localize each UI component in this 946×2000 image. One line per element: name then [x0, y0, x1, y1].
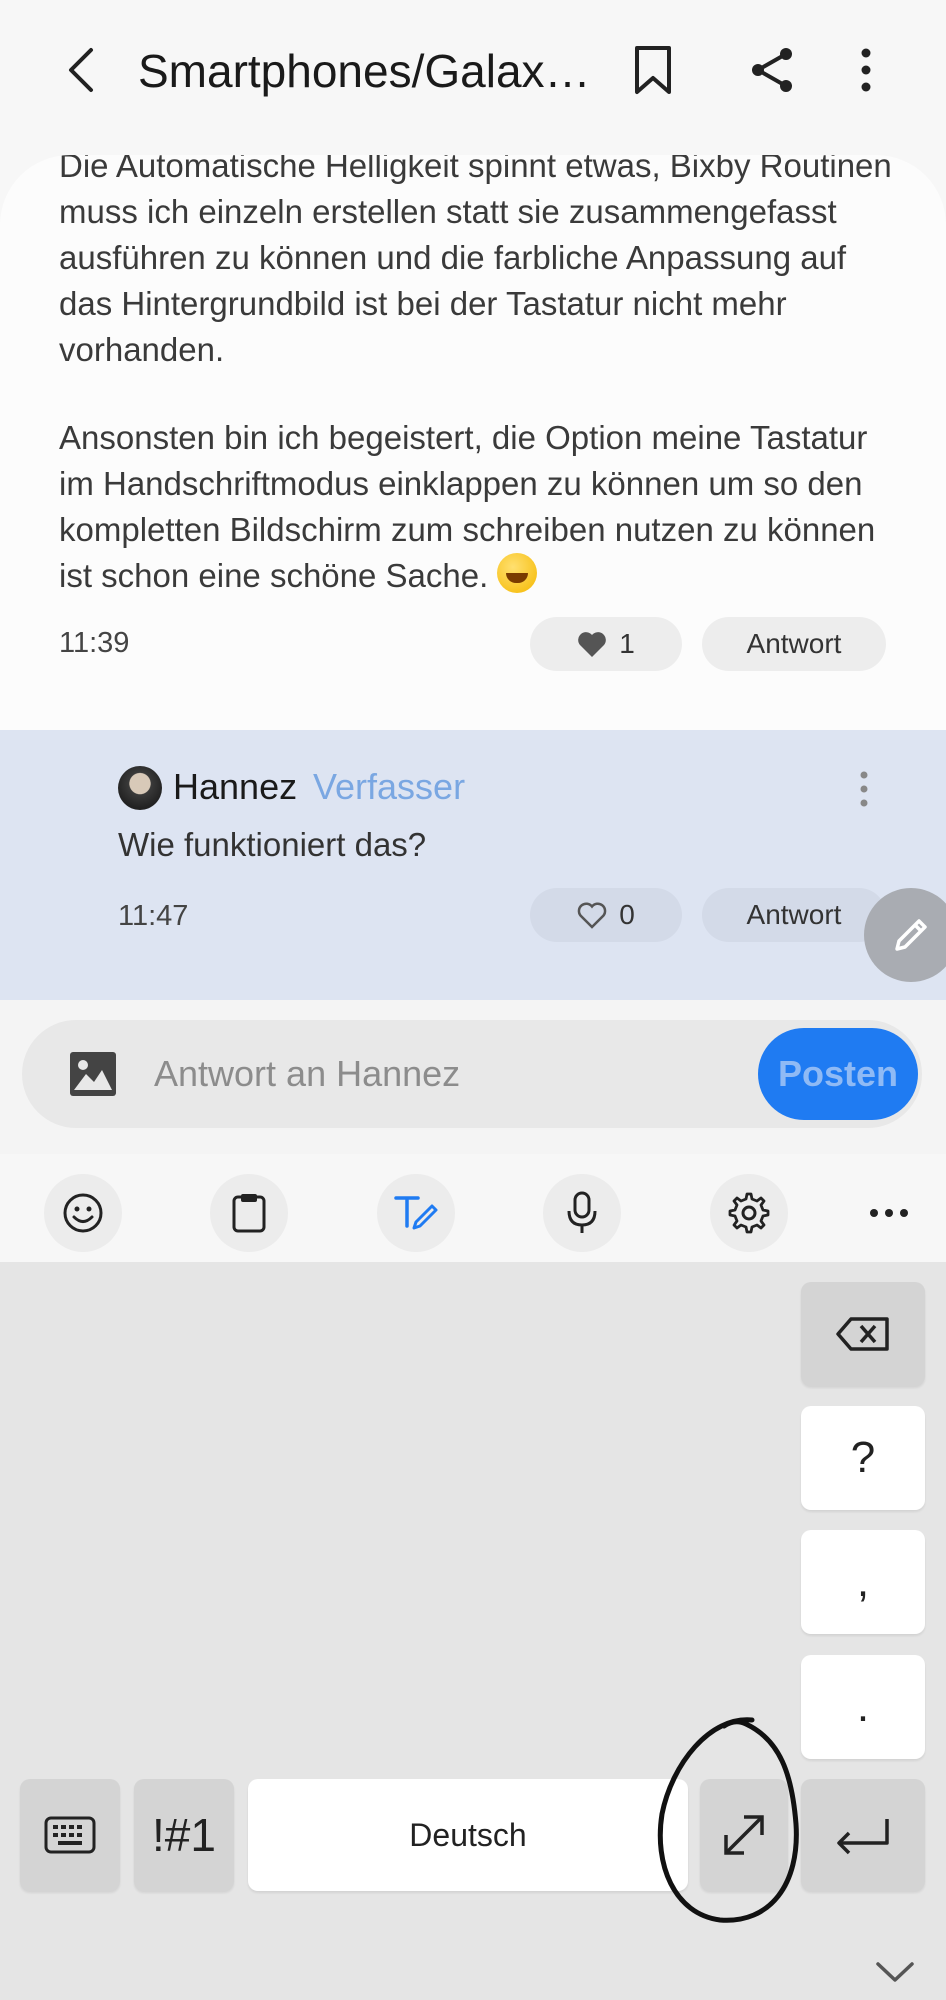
post-button[interactable]: Posten [758, 1028, 918, 1120]
page-title: Smartphones/Galax… [138, 45, 591, 97]
like-count: 1 [619, 628, 635, 659]
enter-key[interactable] [801, 1779, 925, 1891]
expand-key[interactable] [700, 1779, 788, 1891]
microphone-icon[interactable] [543, 1174, 621, 1252]
backspace-key[interactable] [801, 1282, 925, 1386]
period-key[interactable]: . [801, 1655, 925, 1759]
key-label: Deutsch [409, 1816, 527, 1853]
backspace-icon [836, 1317, 889, 1351]
symbols-key[interactable]: !#1 [134, 1779, 234, 1891]
enter-icon [837, 1819, 889, 1855]
grinning-emoji-icon [497, 553, 538, 593]
app-bar: Smartphones/Galax… [0, 0, 946, 150]
more-vertical-icon[interactable] [846, 762, 882, 816]
key-label: , [856, 1557, 870, 1606]
author-badge: Verfasser [313, 766, 466, 807]
post-paragraph: Ansonsten bin ich begeistert, die Option… [59, 415, 899, 599]
composer: Antwort an Hannez Posten [0, 1000, 946, 1154]
emoji-icon[interactable] [44, 1174, 122, 1252]
reply-item: Hannez Verfasser Wie funktioniert das? 1… [0, 730, 946, 1000]
bookmark-icon[interactable] [625, 40, 681, 100]
reply-input[interactable]: Antwort an Hannez Posten [22, 1020, 922, 1128]
post-paragraph-text: Ansonsten bin ich begeistert, die Option… [59, 419, 876, 594]
like-button[interactable]: 1 [530, 617, 682, 671]
heart-outline-icon [577, 902, 607, 929]
reply-text: Wie funktioniert das? [118, 826, 427, 863]
question-mark-key[interactable]: ? [801, 1406, 925, 1510]
handwriting-icon[interactable] [377, 1174, 455, 1252]
avatar[interactable] [118, 766, 162, 810]
like-button[interactable]: 0 [530, 888, 682, 942]
expand-arrows-icon [724, 1815, 764, 1855]
key-label: . [856, 1682, 870, 1731]
key-label: ? [850, 1433, 876, 1482]
reply-button[interactable]: Antwort [702, 617, 886, 671]
heart-filled-icon [578, 632, 607, 657]
keyboard-icon [44, 1816, 96, 1854]
post-timestamp: 11:39 [59, 627, 130, 659]
chevron-down-icon[interactable] [870, 1952, 920, 1992]
reply-button[interactable]: Antwort [702, 888, 886, 942]
keyboard-toolbar [0, 1154, 946, 1262]
post-card: Die Automatische Helligkeit spinnt etwas… [0, 155, 946, 730]
image-icon[interactable] [68, 1050, 118, 1098]
like-count: 0 [619, 899, 635, 930]
reply-timestamp: 11:47 [118, 900, 189, 932]
handwriting-keyboard: ? , . !#1 Deutsch [0, 1262, 946, 2000]
keyboard-switch-key[interactable] [20, 1779, 120, 1891]
more-horizontal-icon[interactable] [850, 1174, 928, 1252]
settings-icon[interactable] [710, 1174, 788, 1252]
share-icon[interactable] [744, 40, 800, 100]
back-arrow-icon[interactable] [52, 40, 108, 100]
author-name[interactable]: Hannez [173, 766, 297, 808]
key-label: !#1 [152, 1809, 216, 1861]
clipboard-icon[interactable] [210, 1174, 288, 1252]
reply-input-placeholder: Antwort an Hannez [154, 1053, 461, 1094]
post-paragraph: Die Automatische Helligkeit spinnt etwas… [59, 155, 892, 368]
space-key[interactable]: Deutsch [248, 1779, 688, 1891]
more-vertical-icon[interactable] [838, 40, 894, 100]
comma-key[interactable]: , [801, 1530, 925, 1634]
